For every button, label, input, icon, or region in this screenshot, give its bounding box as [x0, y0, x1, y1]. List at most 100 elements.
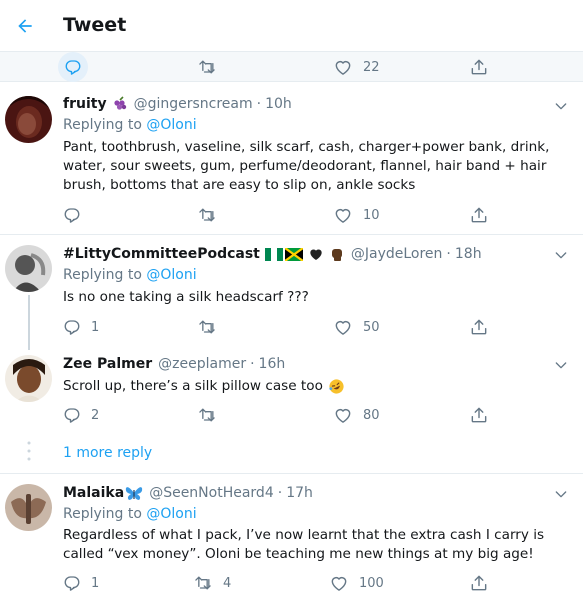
avatar[interactable] — [5, 355, 52, 402]
tweet-text: Pant, toothbrush, vaseline, silk scarf, … — [63, 139, 550, 193]
mention-link[interactable]: @Oloni — [146, 267, 196, 283]
reply-icon — [64, 208, 80, 223]
retweet-icon — [199, 208, 215, 222]
more-replies-dots — [27, 441, 31, 461]
reply-tweet[interactable]: Zee Palmer @zeeplamer · 16h Scroll up, t… — [0, 345, 583, 440]
nigeria-flag-icon — [264, 247, 283, 261]
timestamp[interactable]: 17h — [286, 485, 313, 501]
like-count: 100 — [359, 575, 384, 591]
like-button[interactable]: 22 — [333, 57, 380, 77]
heart-icon — [335, 208, 351, 223]
heart-icon — [335, 60, 351, 75]
share-icon — [471, 407, 487, 423]
author-handle[interactable]: @zeeplamer — [158, 356, 246, 372]
retweet-icon — [199, 408, 215, 422]
share-icon — [471, 59, 487, 75]
chevron-down-icon[interactable] — [553, 247, 569, 263]
reply-count: 1 — [91, 319, 100, 335]
replying-to: Replying to @Oloni — [63, 506, 197, 522]
mention-link[interactable]: @Oloni — [146, 506, 196, 522]
retweet-button[interactable] — [197, 317, 217, 337]
author-name[interactable]: Zee Palmer — [63, 356, 152, 372]
tweet-text: Is no one taking a silk headscarf ??? — [63, 289, 309, 305]
retweet-button[interactable] — [197, 405, 217, 425]
like-button[interactable]: 80 — [333, 405, 380, 425]
tweet-text-row: Scroll up, there’s a silk pillow case to… — [63, 377, 573, 396]
tweet-text: Regardless of what I pack, I’ve now lear… — [63, 527, 545, 562]
grapes-emoji-icon — [112, 96, 128, 112]
reply-count: 1 — [91, 575, 100, 591]
mention-link[interactable]: @Oloni — [146, 117, 196, 133]
like-count: 50 — [363, 319, 380, 335]
share-icon — [471, 207, 487, 223]
retweet-count: 4 — [223, 575, 232, 591]
main-tweet-actions: 22 — [0, 52, 583, 82]
chevron-down-icon[interactable] — [553, 357, 569, 373]
page-title: Tweet — [63, 14, 127, 36]
share-button[interactable] — [469, 205, 489, 225]
rofl-emoji-icon — [329, 379, 344, 394]
share-icon — [471, 575, 487, 591]
author-handle[interactable]: @JaydeLoren — [351, 246, 443, 262]
reply-button[interactable]: 2 — [63, 405, 99, 425]
heart-icon — [331, 576, 347, 591]
reply-button[interactable]: 1 — [63, 317, 99, 337]
reply-icon — [64, 576, 80, 591]
retweet-icon — [199, 320, 215, 334]
reply-count: 2 — [91, 407, 100, 423]
timestamp[interactable]: 10h — [265, 96, 292, 112]
thread-line — [28, 295, 30, 350]
jamaica-flag-icon — [284, 247, 303, 261]
author-row: Zee Palmer @zeeplamer · 16h — [63, 356, 286, 372]
like-count: 10 — [363, 207, 380, 223]
share-button[interactable] — [469, 405, 489, 425]
share-button[interactable] — [469, 317, 489, 337]
like-button[interactable]: 50 — [333, 317, 380, 337]
replying-to: Replying to @Oloni — [63, 267, 197, 283]
reply-tweet[interactable]: #LittyCommitteePodcast @JaydeLoren · 18h… — [0, 235, 583, 350]
retweet-icon — [195, 576, 211, 590]
timestamp[interactable]: 16h — [259, 356, 286, 372]
reply-icon — [64, 408, 80, 423]
avatar[interactable] — [5, 245, 52, 292]
black-heart-icon — [308, 246, 324, 262]
reply-button[interactable]: 1 — [63, 573, 99, 593]
reply-tweet[interactable]: Malaika @SeenNotHeard4 · 17h Replying to… — [0, 474, 583, 605]
like-button[interactable]: 100 — [329, 573, 384, 593]
reply-icon — [64, 320, 80, 335]
author-name[interactable]: #LittyCommitteePodcast — [63, 246, 260, 262]
heart-icon — [335, 320, 351, 335]
retweet-button[interactable] — [197, 57, 217, 77]
like-button[interactable]: 10 — [333, 205, 380, 225]
author-handle[interactable]: @gingersncream — [134, 96, 253, 112]
author-row: Malaika @SeenNotHeard4 · 17h — [63, 485, 313, 501]
author-name[interactable]: Malaika — [63, 485, 124, 501]
share-button[interactable] — [469, 57, 489, 77]
replying-to: Replying to @Oloni — [63, 117, 197, 133]
reply-tweet[interactable]: fruity @gingersncream · 10h Replying to … — [0, 82, 583, 235]
header: Tweet — [0, 0, 583, 52]
timestamp[interactable]: 18h — [455, 246, 482, 262]
raised-fist-icon — [329, 246, 345, 262]
chevron-down-icon[interactable] — [553, 486, 569, 502]
share-icon — [471, 319, 487, 335]
reply-icon — [65, 60, 81, 75]
chevron-down-icon[interactable] — [553, 98, 569, 114]
retweet-button[interactable] — [197, 205, 217, 225]
author-handle[interactable]: @SeenNotHeard4 — [149, 485, 274, 501]
like-count: 22 — [363, 59, 380, 75]
author-name[interactable]: fruity — [63, 96, 107, 112]
reply-button[interactable] — [63, 205, 81, 225]
more-replies-link[interactable]: 1 more reply — [63, 445, 152, 461]
back-arrow-icon[interactable] — [10, 11, 40, 41]
author-row: fruity @gingersncream · 10h — [63, 96, 292, 112]
reply-button[interactable] — [58, 52, 88, 82]
like-count: 80 — [363, 407, 380, 423]
avatar[interactable] — [5, 96, 52, 143]
retweet-button[interactable]: 4 — [193, 573, 231, 593]
share-button[interactable] — [469, 573, 489, 593]
heart-icon — [335, 408, 351, 423]
avatar[interactable] — [5, 484, 52, 531]
retweet-icon — [199, 60, 215, 74]
tweet-text: Scroll up, there’s a silk pillow case to… — [63, 378, 323, 394]
